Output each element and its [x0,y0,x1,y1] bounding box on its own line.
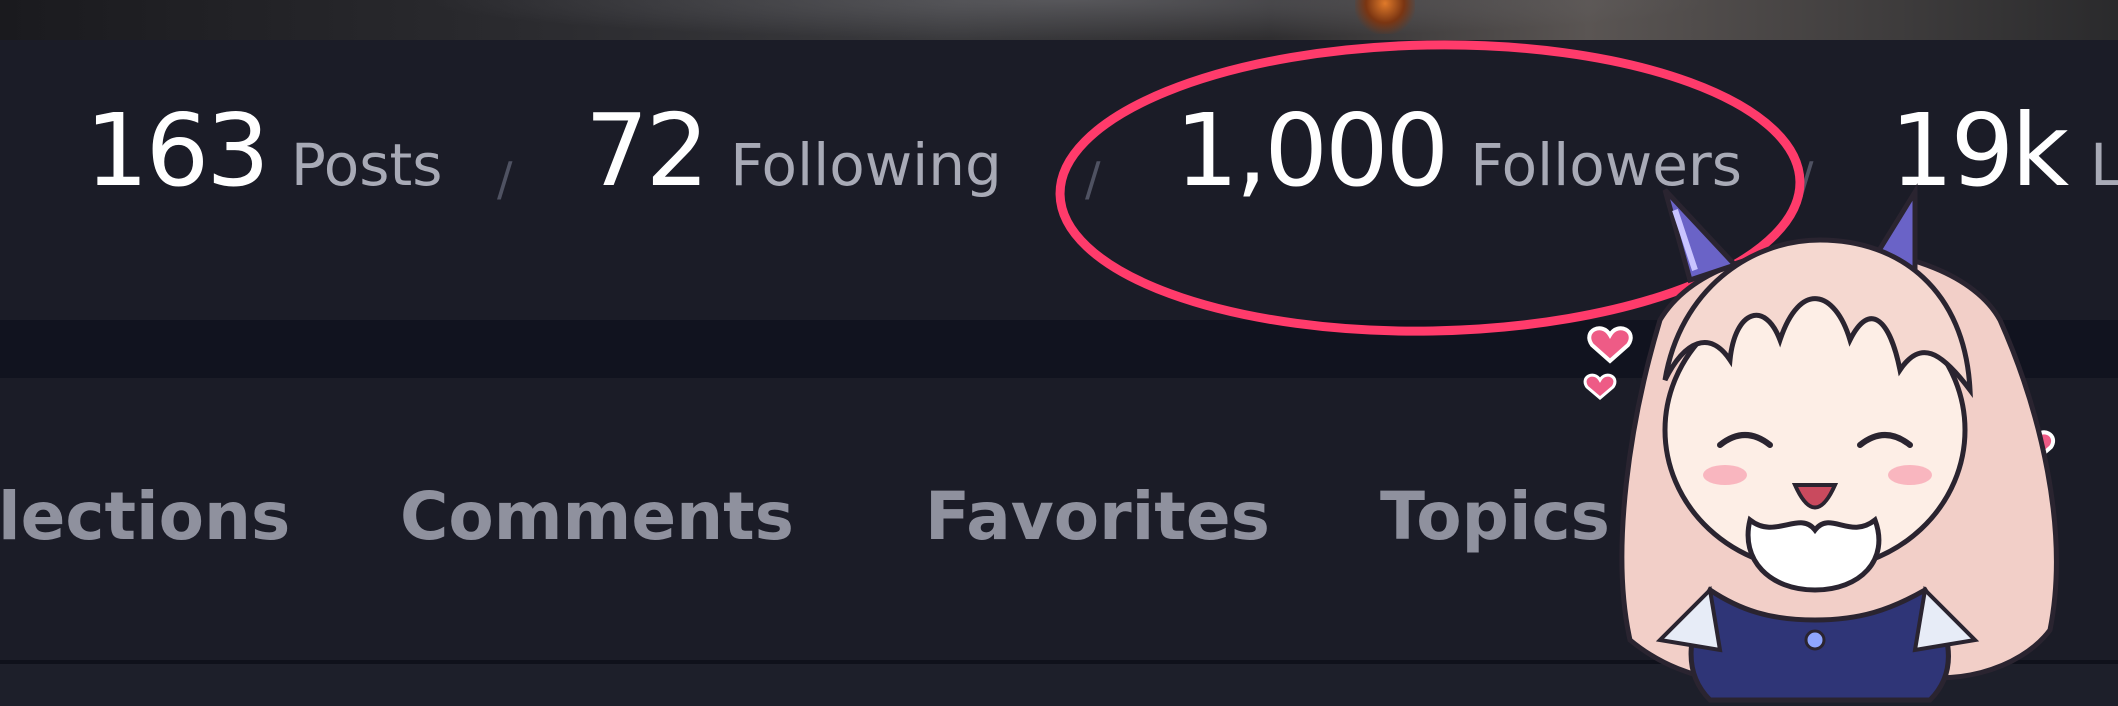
heart-icon [1587,326,1633,364]
chibi-girl-sticker-icon [1583,183,2059,703]
heart-icon [1583,373,1617,400]
